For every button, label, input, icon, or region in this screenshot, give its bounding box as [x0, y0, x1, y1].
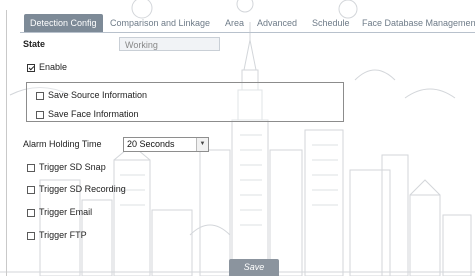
trigger-ftp-checkbox[interactable] — [27, 232, 35, 240]
tab-comparison-and-linkage[interactable]: Comparison and Linkage — [110, 15, 210, 32]
save-face-information-label: Save Face Information — [48, 109, 139, 119]
enable-checkbox[interactable] — [27, 64, 35, 72]
trigger-sd-recording-label: Trigger SD Recording — [39, 184, 126, 194]
trigger-email-checkbox[interactable] — [27, 209, 35, 217]
trigger-email-label: Trigger Email — [39, 207, 93, 217]
chevron-down-icon[interactable]: ▼ — [196, 138, 208, 151]
tab-bar: Detection Config Comparison and Linkage … — [20, 12, 475, 33]
trigger-sd-snap-checkbox[interactable] — [27, 164, 35, 172]
trigger-ftp-label: Trigger FTP — [39, 230, 87, 240]
alarm-holding-time-value: 20 Seconds — [127, 139, 175, 149]
tab-detection-config[interactable]: Detection Config — [24, 14, 103, 32]
tab-area[interactable]: Area — [225, 15, 244, 32]
save-source-information-checkbox[interactable] — [36, 92, 44, 100]
panel-border — [6, 10, 7, 276]
save-button[interactable]: Save — [229, 259, 279, 276]
state-field: Working — [119, 37, 220, 51]
tab-schedule[interactable]: Schedule — [312, 15, 350, 32]
enable-label: Enable — [39, 62, 68, 72]
tab-face-database-management[interactable]: Face Database Management — [362, 15, 475, 32]
tab-advanced[interactable]: Advanced — [257, 15, 297, 32]
state-label: State — [23, 39, 46, 49]
alarm-holding-time-select[interactable]: 20 Seconds ▼ — [123, 137, 209, 152]
trigger-sd-recording-checkbox[interactable] — [27, 186, 35, 194]
save-source-information-label: Save Source Information — [48, 90, 148, 100]
face-detection-config-panel: Detection Config Comparison and Linkage … — [0, 0, 475, 276]
alarm-holding-time-label: Alarm Holding Time — [23, 139, 102, 149]
trigger-sd-snap-label: Trigger SD Snap — [39, 162, 106, 172]
save-face-information-checkbox[interactable] — [36, 111, 44, 119]
